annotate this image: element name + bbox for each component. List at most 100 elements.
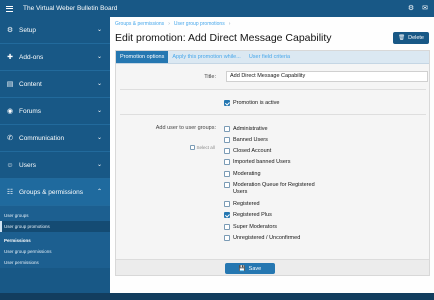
user-group-checkbox-row[interactable]: Moderation Queue for Registered Users bbox=[224, 182, 323, 195]
user-group-label: Closed Account bbox=[233, 148, 272, 154]
sidebar-item-communication[interactable]: ✆ Communication ⌄ bbox=[0, 125, 110, 152]
user-group-label: Unregistered / Unconfirmed bbox=[233, 235, 301, 241]
select-all-label: Select all bbox=[196, 145, 215, 150]
sidebar-subitem-user-group-promotions[interactable]: User group promotions bbox=[0, 221, 110, 232]
sidebar-item-label: Content bbox=[19, 80, 42, 88]
sidebar-item-add-ons[interactable]: ✚ Add-ons ⌄ bbox=[0, 44, 110, 71]
main-content: Groups & permissions › User group promot… bbox=[111, 17, 434, 293]
promotion-form: Promotion options Apply this promotion w… bbox=[115, 50, 430, 276]
tab-apply-promotion-while[interactable]: Apply this promotion while... bbox=[168, 51, 244, 63]
sidebar-item-forums[interactable]: ◉ Forums ⌄ bbox=[0, 98, 110, 125]
user-group-checkbox[interactable] bbox=[224, 148, 230, 154]
divider bbox=[120, 89, 426, 90]
user-group-checkbox[interactable] bbox=[224, 126, 230, 132]
user-group-label: Registered bbox=[233, 201, 260, 207]
sidebar-item-label: Communication bbox=[19, 134, 65, 142]
sidebar-item-label: Forums bbox=[19, 107, 42, 115]
breadcrumb-link[interactable]: Groups & permissions bbox=[115, 21, 164, 27]
chevron-up-icon: ⌃ bbox=[96, 189, 102, 195]
puzzle-icon: ✚ bbox=[7, 54, 13, 61]
chevron-down-icon: ⌄ bbox=[96, 135, 102, 141]
user-group-label: Imported banned Users bbox=[233, 159, 291, 165]
user-group-checkbox-row[interactable]: Moderating bbox=[224, 171, 323, 178]
save-button-label: Save bbox=[248, 265, 262, 272]
user-group-checkbox-row[interactable]: Unregistered / Unconfirmed bbox=[224, 235, 323, 242]
user-group-checkbox-row[interactable]: Banned Users bbox=[224, 137, 323, 144]
sidebar-item-groups-permissions[interactable]: ☷ Groups & permissions ⌃ bbox=[0, 179, 110, 206]
sidebar-subheading-permissions: Permissions bbox=[4, 238, 31, 243]
chevron-down-icon: ⌄ bbox=[96, 162, 102, 168]
user-group-checkbox[interactable] bbox=[224, 212, 230, 218]
sidebar-subitem-user-permissions[interactable]: User permissions bbox=[0, 257, 110, 268]
user-group-label: Administrative bbox=[233, 126, 268, 132]
user-group-checkbox[interactable] bbox=[224, 137, 230, 143]
trash-icon: 🗑 bbox=[398, 35, 406, 41]
breadcrumb-link[interactable]: User group promotions bbox=[174, 21, 225, 27]
chat-icon: ✆ bbox=[7, 135, 13, 142]
user-group-checkbox-row[interactable]: Administrative bbox=[224, 126, 323, 133]
user-icon: ☺ bbox=[6, 161, 14, 169]
menu-icon[interactable] bbox=[0, 0, 18, 17]
groups-icon: ☷ bbox=[6, 189, 14, 196]
sidebar-item-label: Setup bbox=[19, 26, 36, 34]
delete-button[interactable]: 🗑 Delete bbox=[393, 32, 429, 44]
save-button[interactable]: 💾 Save bbox=[225, 263, 275, 274]
save-icon: 💾 bbox=[238, 265, 246, 272]
tab-user-field-criteria[interactable]: User field criteria bbox=[245, 51, 294, 63]
divider bbox=[120, 114, 426, 115]
title-label: Title: bbox=[204, 74, 216, 80]
bottom-bar bbox=[0, 293, 434, 300]
user-group-checkbox[interactable] bbox=[224, 182, 230, 188]
user-group-label: Moderating bbox=[233, 171, 261, 177]
page-title: Edit promotion: Add Direct Message Capab… bbox=[115, 32, 332, 44]
user-group-label: Banned Users bbox=[233, 137, 268, 143]
sidebar-subitem-user-group-permissions[interactable]: User group permissions bbox=[0, 246, 110, 257]
user-group-checkbox[interactable] bbox=[224, 224, 230, 230]
promotion-active-checkbox-row[interactable]: Promotion is active bbox=[224, 100, 353, 107]
user-group-label: Super Moderators bbox=[233, 224, 278, 230]
chevron-down-icon: ⌄ bbox=[96, 27, 102, 33]
user-group-checkbox-row[interactable]: Imported banned Users bbox=[224, 159, 323, 166]
promotion-active-checkbox[interactable] bbox=[224, 100, 230, 106]
document-icon: ▤ bbox=[6, 81, 14, 88]
sidebar-item-setup[interactable]: ⚙ Setup ⌄ bbox=[0, 17, 110, 44]
delete-button-label: Delete bbox=[408, 35, 424, 41]
breadcrumb: Groups & permissions › User group promot… bbox=[115, 21, 230, 27]
settings-icon[interactable]: ⚙ bbox=[408, 4, 414, 13]
sidebar-subitem-user-groups[interactable]: User groups bbox=[0, 210, 110, 221]
user-group-checkbox[interactable] bbox=[224, 171, 230, 177]
sidebar-item-label: Groups & permissions bbox=[19, 188, 83, 196]
sidebar-item-content[interactable]: ▤ Content ⌄ bbox=[0, 71, 110, 98]
breadcrumb-separator-icon: › bbox=[228, 21, 231, 27]
sidebar-item-label: Add-ons bbox=[19, 53, 44, 61]
sidebar-item-users[interactable]: ☺ Users ⌄ bbox=[0, 152, 110, 179]
user-group-checkbox[interactable] bbox=[224, 201, 230, 207]
gear-icon: ⚙ bbox=[6, 27, 14, 34]
sidebar-item-label: Users bbox=[19, 161, 36, 169]
app-title[interactable]: The Virtual Weber Bulletin Board bbox=[18, 5, 117, 12]
notifications-icon[interactable]: ✉ bbox=[422, 4, 428, 13]
promotion-active-label: Promotion is active bbox=[233, 100, 280, 106]
select-all-row[interactable]: Select all bbox=[190, 145, 215, 150]
top-bar: The Virtual Weber Bulletin Board ⚙ ✉ bbox=[0, 0, 434, 17]
tab-promotion-options[interactable]: Promotion options bbox=[116, 51, 169, 63]
user-group-label: Registered Plus bbox=[233, 212, 272, 218]
sidebar-submenu: User groups User group promotions Permis… bbox=[0, 206, 110, 268]
chevron-down-icon: ⌄ bbox=[96, 108, 102, 114]
user-group-checkbox[interactable] bbox=[224, 159, 230, 165]
sidebar: ⚙ Setup ⌄ ✚ Add-ons ⌄ ▤ Content ⌄ ◉ Foru… bbox=[0, 17, 110, 293]
form-footer: 💾 Save bbox=[116, 259, 429, 275]
user-group-checkbox-row[interactable]: Registered Plus bbox=[224, 212, 323, 219]
user-groups-label: Add user to user groups: bbox=[155, 125, 216, 131]
tab-bar: Promotion options Apply this promotion w… bbox=[116, 51, 429, 64]
user-group-checkbox[interactable] bbox=[224, 235, 230, 241]
user-group-checkbox-row[interactable]: Closed Account bbox=[224, 148, 323, 155]
user-group-checkbox-row[interactable]: Super Moderators bbox=[224, 224, 323, 231]
user-group-checkbox-row[interactable]: Registered bbox=[224, 201, 323, 208]
chevron-down-icon: ⌄ bbox=[96, 54, 102, 60]
forums-icon: ◉ bbox=[6, 108, 14, 115]
breadcrumb-separator-icon: › bbox=[168, 21, 170, 27]
title-input[interactable]: Add Direct Message Capability bbox=[226, 71, 428, 82]
select-all-checkbox[interactable] bbox=[190, 145, 195, 150]
chevron-down-icon: ⌄ bbox=[96, 81, 102, 87]
